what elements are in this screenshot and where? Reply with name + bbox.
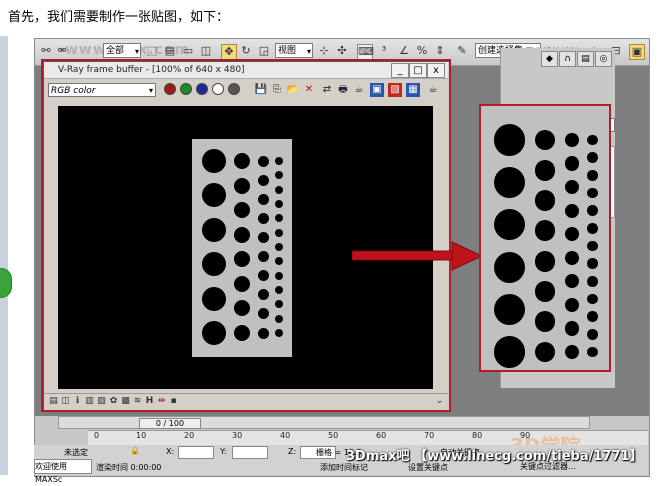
hole xyxy=(493,336,525,368)
hole xyxy=(493,294,525,326)
time-slider[interactable]: 0 / 100 xyxy=(58,416,590,429)
percent-snap-icon[interactable]: % xyxy=(415,44,429,58)
y-label: Y: xyxy=(220,447,227,456)
angle-snap-icon[interactable]: ∠ xyxy=(397,44,411,58)
hole xyxy=(564,321,580,336)
hole xyxy=(564,297,580,313)
hole xyxy=(564,274,580,289)
hole xyxy=(564,250,580,265)
render-time: 渲染时间 0:00:00 xyxy=(96,463,162,472)
hole xyxy=(587,311,598,322)
hole xyxy=(587,205,598,216)
hole xyxy=(493,209,525,241)
hole xyxy=(587,187,598,199)
hole xyxy=(534,311,556,333)
rotate-icon[interactable]: ↻ xyxy=(239,44,253,58)
selection-filter-value: 全部 xyxy=(106,46,125,56)
hole xyxy=(534,190,556,211)
selection-filter-dropdown[interactable]: 全部 ▾ xyxy=(103,43,141,58)
ref-coord-dropdown[interactable]: 视图 ▾ xyxy=(275,43,313,58)
scale-icon[interactable]: ◲ xyxy=(257,44,271,58)
y-coord-field[interactable] xyxy=(232,446,268,459)
edit-named-sel-icon[interactable]: ✎ xyxy=(455,44,469,58)
keyboard-shortcut-icon[interactable]: ⌨ xyxy=(357,44,374,60)
tick-label: 50 xyxy=(328,431,339,440)
hole xyxy=(587,134,598,146)
x-coord-field[interactable] xyxy=(178,446,214,459)
hole xyxy=(534,341,556,363)
background-page-strip xyxy=(0,36,8,475)
hole xyxy=(534,159,556,181)
spinner-snap-icon[interactable]: ⇕ xyxy=(433,44,447,58)
hole xyxy=(534,281,556,302)
tick-label: 80 xyxy=(472,431,483,440)
hole xyxy=(587,276,598,287)
create-tab[interactable]: ◆ xyxy=(541,51,558,67)
hole xyxy=(587,329,598,340)
background-green-icon xyxy=(0,268,12,298)
modify-tab[interactable]: ∩ xyxy=(559,51,576,67)
hole xyxy=(587,346,598,358)
lock-icon[interactable]: 🔒 xyxy=(130,446,140,455)
hole xyxy=(564,227,580,242)
selection-status: 未选定 xyxy=(64,448,88,457)
hole xyxy=(564,203,580,218)
hole xyxy=(587,223,598,234)
pivot-icon[interactable]: ⊹ xyxy=(317,44,331,58)
motion-tab[interactable]: ◎ xyxy=(595,51,612,67)
hole xyxy=(534,220,556,242)
hole xyxy=(493,166,525,198)
move-icon[interactable]: ✥ xyxy=(221,44,237,60)
hole xyxy=(587,293,598,305)
hole xyxy=(564,179,580,195)
manipulate-icon[interactable]: ✣ xyxy=(335,44,349,58)
maxscript-listener[interactable]: 欢迎使用 MAXSc xyxy=(34,459,92,484)
zoomed-hole-plate xyxy=(479,104,611,372)
hole xyxy=(493,251,525,283)
time-slider-frame[interactable]: 0 / 100 xyxy=(139,418,201,429)
window-crossing-icon[interactable]: ◫ xyxy=(199,44,213,58)
tick-label: 20 xyxy=(184,431,195,440)
hole xyxy=(587,258,598,269)
hole xyxy=(587,152,598,163)
tick-label: 40 xyxy=(280,431,291,440)
intro-text: 首先，我们需要制作一张贴图，如下： xyxy=(8,10,230,25)
render-icon[interactable]: ▣ xyxy=(629,44,645,60)
tick-label: 60 xyxy=(376,431,387,440)
tick-label: 0 xyxy=(94,431,100,440)
hole xyxy=(564,156,580,171)
hole xyxy=(564,132,580,148)
rect-region-icon[interactable]: ▭ xyxy=(181,44,195,58)
chevron-down-icon: ▾ xyxy=(306,47,311,56)
tick-label: 70 xyxy=(424,431,435,440)
hole xyxy=(564,344,580,360)
hole xyxy=(587,170,598,181)
x-label: X: xyxy=(166,447,175,456)
select-by-name-icon[interactable]: ▤ xyxy=(163,44,177,58)
hole xyxy=(493,124,525,156)
snap-icon[interactable]: ³ xyxy=(377,44,391,58)
highlight-frame-vfb xyxy=(41,59,451,412)
z-label: Z: xyxy=(288,447,297,456)
select-object-icon[interactable]: ⬚ xyxy=(145,44,159,58)
hierarchy-tab[interactable]: ▤ xyxy=(577,51,594,67)
link-icon[interactable]: ⚯ xyxy=(39,44,53,58)
hole xyxy=(534,250,556,272)
ref-coord-value: 视图 xyxy=(278,46,297,56)
tick-label: 30 xyxy=(232,431,243,440)
hole xyxy=(587,240,598,252)
watermark-site: 3Dmax吧 【www.linecg.com/tieba/1771】 xyxy=(346,449,643,464)
chevron-down-icon: ▾ xyxy=(134,47,139,56)
arrow-right-icon xyxy=(352,241,484,271)
hole xyxy=(534,129,556,151)
tick-label: 10 xyxy=(136,431,147,440)
